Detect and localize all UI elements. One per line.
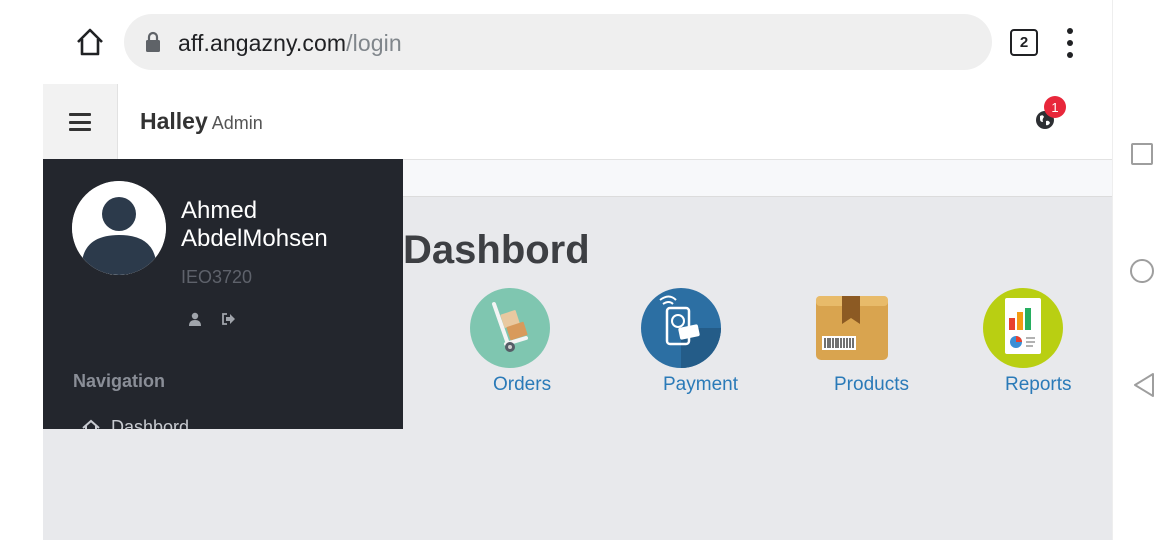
address-bar[interactable]: aff.angazny.com/login <box>124 14 992 70</box>
orders-tile[interactable]: Orders <box>470 288 620 398</box>
payment-tile[interactable]: Payment <box>641 288 791 398</box>
sidebar-item-label: Dashbord <box>111 417 190 429</box>
menu-dot <box>1067 52 1073 58</box>
user-avatar-icon <box>72 181 166 275</box>
notification-badge: 1 <box>1044 96 1066 118</box>
tab-switcher-button[interactable]: 2 <box>1010 29 1038 56</box>
sidebar-toggle-button[interactable] <box>43 84 118 160</box>
user-profile-icon[interactable] <box>188 312 202 326</box>
product-box-icon <box>816 296 888 360</box>
sidebar-item-dashboard[interactable]: Dashbord <box>81 417 189 429</box>
lock-icon <box>146 31 160 52</box>
payment-card-icon <box>641 288 721 368</box>
reports-tile[interactable]: Reports <box>983 288 1112 398</box>
products-label: Products <box>834 374 909 395</box>
products-tile[interactable]: Products <box>812 288 962 398</box>
browser-toolbar: aff.angazny.com/login 2 <box>0 0 1112 84</box>
overflow-menu-button[interactable] <box>1058 28 1082 58</box>
home-icon <box>82 419 100 429</box>
brand-subtitle: Admin <box>211 113 263 133</box>
page-title: Dashbord <box>403 228 590 272</box>
recents-button[interactable] <box>1131 143 1153 165</box>
back-button[interactable] <box>1131 372 1157 398</box>
reports-label: Reports <box>1005 374 1072 395</box>
nav-heading: Navigation <box>73 371 166 391</box>
avatar[interactable] <box>72 181 166 275</box>
home-button[interactable] <box>72 24 108 60</box>
sidebar: Ahmed AbdelMohsen IEO3720 Navigation Das… <box>43 159 403 429</box>
brand: Halley Admin <box>140 108 263 135</box>
user-id: IEO3720 <box>181 267 253 287</box>
report-chart-icon <box>983 288 1063 368</box>
screen: aff.angazny.com/login 2 Halley Admin 1 D… <box>0 0 1170 540</box>
payment-label: Payment <box>663 374 738 395</box>
menu-dot <box>1067 40 1073 46</box>
menu-dot <box>1067 28 1073 34</box>
hand-truck-icon <box>470 288 550 368</box>
hamburger-icon <box>69 113 91 131</box>
orders-label: Orders <box>493 374 552 395</box>
url-text: aff.angazny.com/login <box>178 30 402 57</box>
brand-name: Halley <box>140 108 208 134</box>
user-name: Ahmed AbdelMohsen <box>181 197 328 252</box>
home-icon <box>77 28 103 56</box>
url-domain: aff.angazny.com <box>178 30 347 56</box>
logout-icon[interactable] <box>221 312 236 326</box>
android-nav-bar <box>1112 0 1170 540</box>
url-path: /login <box>346 30 402 56</box>
app-header: Halley Admin 1 <box>43 84 1112 160</box>
home-nav-button[interactable] <box>1130 259 1154 283</box>
